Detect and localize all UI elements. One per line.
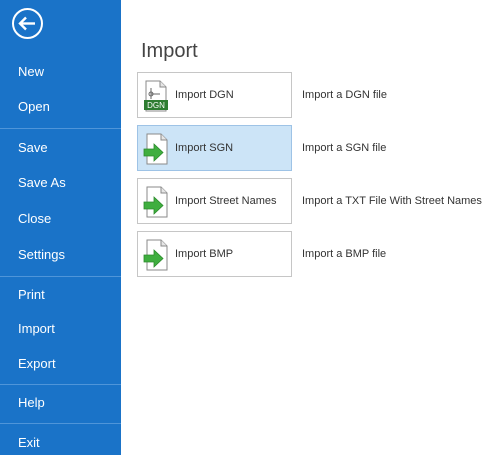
import-bmp-button[interactable]: Import BMP: [137, 231, 292, 277]
nav-print[interactable]: Print: [0, 278, 121, 312]
import-dgn-button[interactable]: DGN Import DGN: [137, 72, 292, 118]
back-arrow-icon: [12, 8, 43, 39]
command-description: Import a SGN file: [302, 142, 387, 154]
dgn-file-icon: DGN: [143, 80, 169, 112]
command-description: Import a TXT File With Street Names: [302, 195, 482, 207]
back-button[interactable]: [11, 7, 44, 40]
import-arrow-file-icon: [143, 239, 169, 271]
import-arrow-file-icon: [143, 133, 169, 165]
nav-save[interactable]: Save: [0, 131, 121, 165]
nav-settings[interactable]: Settings: [0, 238, 121, 272]
command-description: Import a BMP file: [302, 248, 387, 260]
import-street-names-button[interactable]: Import Street Names: [137, 178, 292, 224]
nav-divider: [0, 384, 121, 385]
nav-divider: [0, 423, 121, 424]
nav-open[interactable]: Open: [0, 90, 121, 124]
svg-text:DGN: DGN: [147, 101, 165, 110]
backstage-sidebar: New Open Save Save As Close Settings Pri…: [0, 0, 121, 455]
nav-import[interactable]: Import: [0, 312, 121, 346]
nav-new[interactable]: New: [0, 55, 121, 89]
command-label: Import DGN: [175, 89, 234, 101]
command-label: Import SGN: [175, 142, 234, 154]
nav-divider: [0, 128, 121, 129]
nav-export[interactable]: Export: [0, 347, 121, 381]
import-arrow-file-icon: [143, 186, 169, 218]
nav-help[interactable]: Help: [0, 386, 121, 420]
page-title: Import: [141, 40, 198, 62]
nav-save-as[interactable]: Save As: [0, 166, 121, 200]
nav-divider: [0, 276, 121, 277]
nav-close[interactable]: Close: [0, 202, 121, 236]
command-label: Import BMP: [175, 248, 234, 260]
command-description: Import a DGN file: [302, 89, 387, 101]
command-label: Import Street Names: [175, 195, 277, 207]
import-sgn-button[interactable]: Import SGN: [137, 125, 292, 171]
